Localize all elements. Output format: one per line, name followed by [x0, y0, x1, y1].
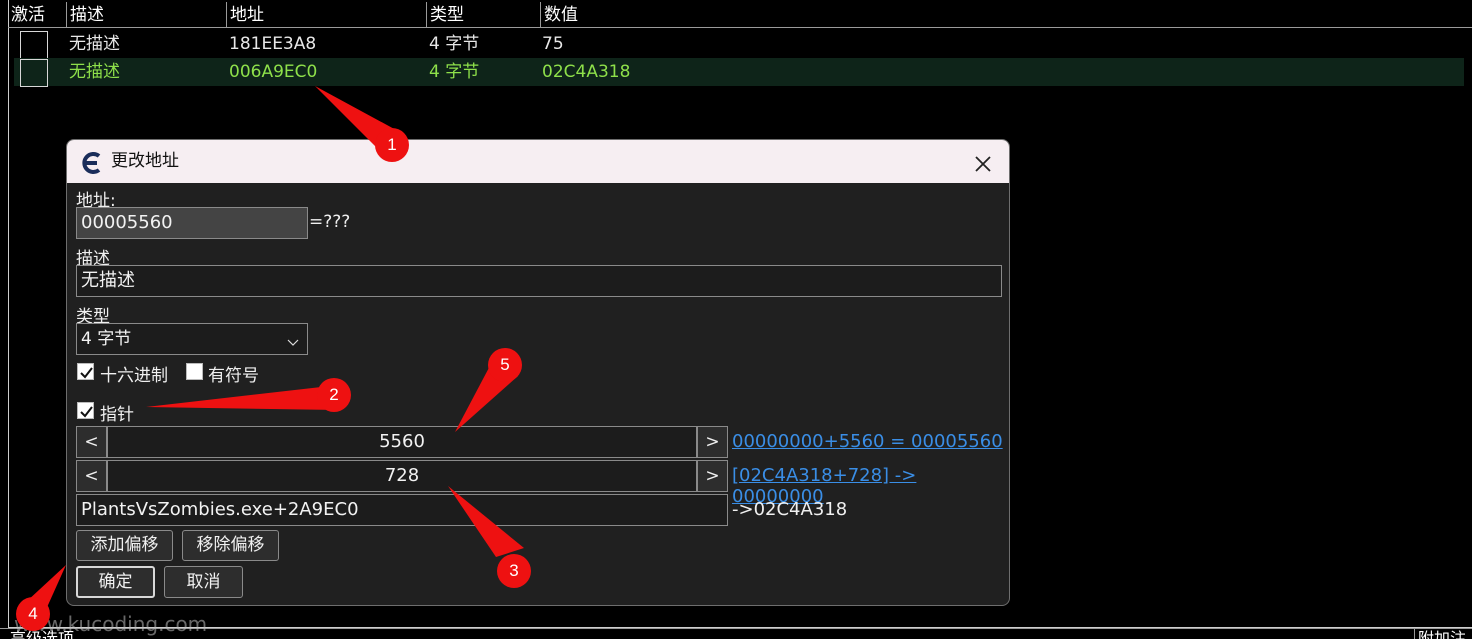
annotation-badge-4: 4 [16, 597, 50, 631]
annotation-overlay [26, 86, 524, 614]
annotation-badge-5: 5 [488, 348, 522, 382]
annotation-badge-3: 3 [497, 554, 531, 588]
annotation-arrow-3 [448, 486, 524, 557]
annotation-badge-2: 2 [317, 378, 351, 412]
annotation-arrow-2 [146, 386, 338, 410]
annotation-badge-1: 1 [375, 128, 409, 162]
